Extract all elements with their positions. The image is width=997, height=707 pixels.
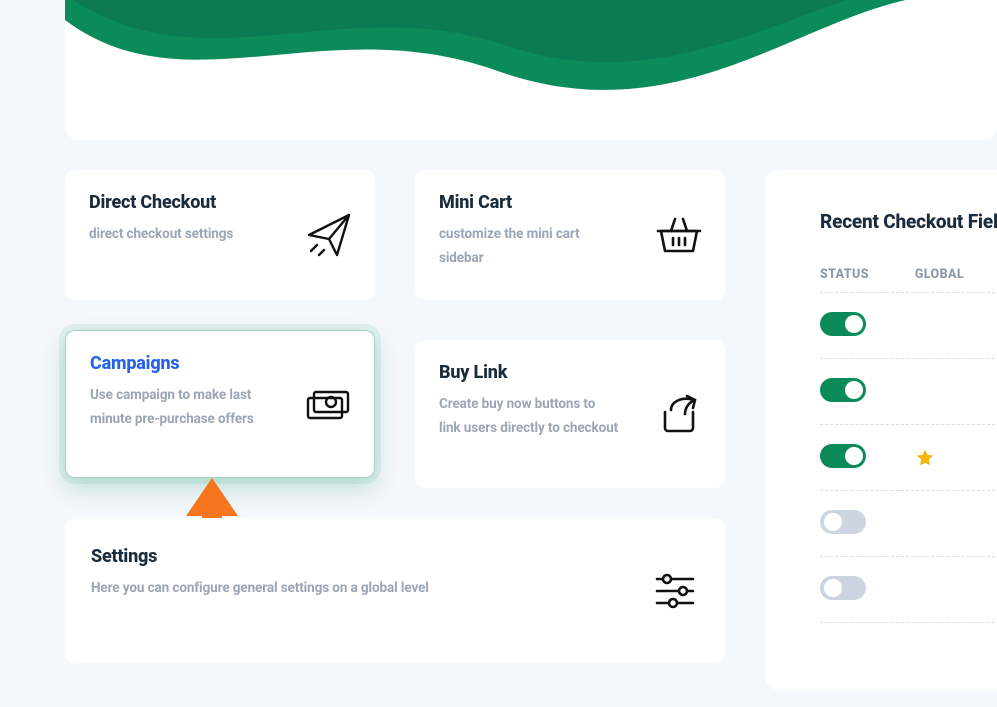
card-title: Buy Link [439,362,701,383]
status-toggle[interactable] [820,510,866,534]
card-title: Direct Checkout [89,192,351,213]
table-row [820,425,995,491]
card-direct-checkout[interactable]: Direct Checkout direct checkout settings [65,170,375,300]
sliders-icon [651,567,699,615]
star-icon [915,448,935,468]
basket-icon [655,211,703,259]
card-desc: Create buy now buttons to link users dir… [439,393,619,440]
status-toggle[interactable] [820,378,866,402]
money-stack-icon [304,380,352,428]
sidebar-title: Recent Checkout Fields [820,210,997,233]
card-desc: customize the mini cart sidebar [439,223,619,270]
card-desc: Use campaign to make last minute pre-pur… [90,384,270,431]
column-header-global: GLOBAL [915,267,964,282]
card-mini-cart[interactable]: Mini Cart customize the mini cart sideba… [415,170,725,300]
share-icon [655,390,703,438]
card-title: Mini Cart [439,192,701,213]
table-row [820,491,995,557]
status-toggle[interactable] [820,444,866,468]
card-title: Campaigns [90,353,350,374]
table-row [820,293,995,359]
column-headers: STATUS GLOBAL [820,267,995,293]
card-buy-link[interactable]: Buy Link Create buy now buttons to link … [415,340,725,488]
hero-wave-graphic [65,0,997,140]
recent-checkout-fields-panel: Recent Checkout Fields STATUS GLOBAL [765,170,997,690]
table-row [820,557,995,623]
card-title: Settings [91,546,699,567]
card-campaigns[interactable]: Campaigns Use campaign to make last minu… [65,330,375,478]
hero-banner [65,0,997,140]
paper-plane-icon [305,211,353,259]
table-row [820,359,995,425]
card-settings[interactable]: Settings Here you can configure general … [65,518,725,663]
column-header-status: STATUS [820,267,869,282]
status-toggle[interactable] [820,312,866,336]
card-desc: Here you can configure general settings … [91,577,699,601]
status-toggle[interactable] [820,576,866,600]
card-desc: direct checkout settings [89,223,269,247]
